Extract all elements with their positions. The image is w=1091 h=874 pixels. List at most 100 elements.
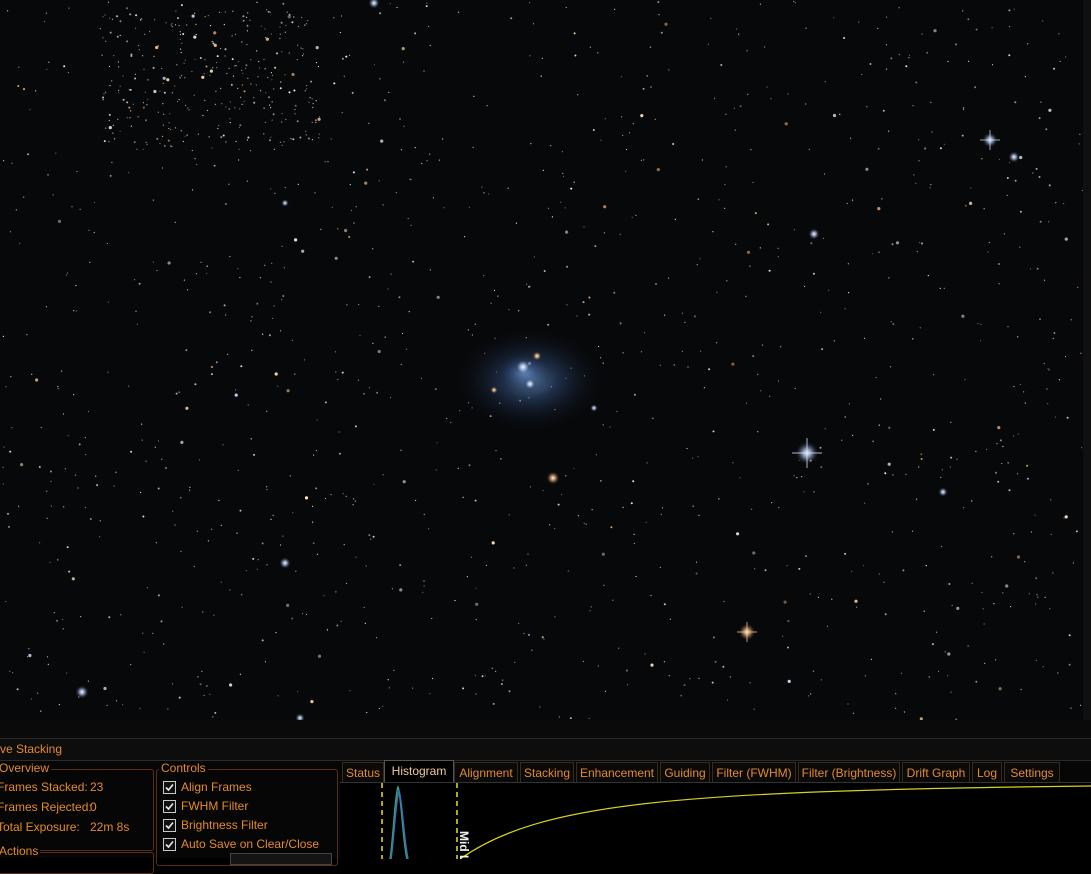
star (162, 82, 164, 84)
tab-settings[interactable]: Settings (1004, 762, 1060, 783)
star (348, 54, 351, 57)
star (119, 34, 121, 37)
star (311, 98, 313, 100)
image-scrollbar[interactable] (1083, 0, 1091, 738)
tab-enhancement[interactable]: Enhancement (576, 762, 658, 783)
star (177, 17, 179, 20)
star (423, 585, 425, 587)
star (162, 124, 164, 126)
star (242, 72, 244, 74)
star (162, 76, 166, 80)
tab-log[interactable]: Log (972, 762, 1002, 783)
star (117, 61, 119, 63)
auto-save-checkbox[interactable] (163, 838, 176, 851)
star (399, 588, 403, 592)
star (844, 552, 847, 555)
brightness-filter-label[interactable]: Brightness Filter (181, 818, 268, 832)
star (326, 629, 328, 631)
brightness-filter-checkbox[interactable] (163, 819, 176, 832)
star (403, 125, 405, 127)
star (87, 410, 90, 413)
star (346, 304, 348, 306)
star (292, 512, 294, 514)
star (378, 305, 380, 307)
star (793, 0, 795, 3)
star (844, 308, 846, 310)
histogram-plot[interactable]: Mid L (340, 782, 1091, 859)
fwhm-filter-label[interactable]: FWHM Filter (181, 799, 248, 813)
star (108, 119, 110, 122)
star (105, 40, 107, 42)
star (446, 417, 448, 419)
tab-status[interactable]: Status (342, 762, 384, 783)
align-frames-checkbox[interactable] (163, 781, 176, 794)
star (153, 89, 157, 94)
star (166, 78, 170, 82)
star (890, 321, 892, 323)
star (372, 342, 374, 344)
star (1026, 477, 1029, 480)
tab-guiding[interactable]: Guiding (660, 762, 710, 783)
fwhm-filter-checkbox[interactable] (163, 800, 176, 813)
star (761, 344, 764, 346)
star (1005, 584, 1009, 588)
star (484, 675, 486, 677)
star (438, 159, 440, 161)
tab-stacking[interactable]: Stacking (520, 762, 574, 783)
star (67, 71, 69, 74)
auto-save-label[interactable]: Auto Save on Clear/Close (181, 837, 319, 851)
star (312, 106, 314, 109)
star (256, 568, 258, 571)
star (113, 55, 115, 57)
star (1057, 672, 1059, 674)
star (491, 541, 495, 545)
star (975, 680, 978, 683)
tab-drift-graph[interactable]: Drift Graph (902, 762, 970, 783)
star (523, 632, 525, 635)
star (145, 460, 147, 462)
star (1008, 9, 1011, 12)
star (407, 217, 409, 220)
star (640, 351, 643, 353)
star (1042, 666, 1044, 668)
image-horizontal-scrollbar[interactable] (0, 720, 1091, 739)
star (1048, 221, 1050, 223)
star (206, 265, 208, 267)
star (699, 258, 701, 260)
star (144, 91, 146, 93)
stacked-image-view[interactable] (0, 0, 1091, 738)
star (273, 148, 275, 150)
star (824, 428, 826, 430)
star (135, 27, 137, 29)
star (851, 570, 853, 573)
star (1030, 531, 1032, 533)
star (619, 322, 622, 325)
align-frames-label[interactable]: Align Frames (181, 780, 252, 794)
star (443, 207, 445, 209)
star (259, 90, 262, 92)
star (38, 466, 41, 468)
star (261, 542, 264, 545)
tab-filter-brightness[interactable]: Filter (Brightness) (798, 762, 900, 783)
star (284, 31, 286, 33)
controls-button[interactable] (230, 853, 332, 865)
checkmark-icon (165, 802, 174, 811)
star (302, 53, 305, 55)
star (882, 109, 885, 112)
star (735, 243, 737, 245)
star (459, 410, 461, 412)
star (415, 499, 417, 501)
star (809, 593, 811, 595)
star (1010, 606, 1012, 608)
star (384, 336, 386, 338)
tab-filter-fwhm[interactable]: Filter (FWHM) (712, 762, 796, 783)
star (911, 530, 914, 532)
star (947, 652, 951, 656)
star (229, 101, 231, 103)
tab-alignment[interactable]: Alignment (454, 762, 518, 783)
star (66, 672, 68, 674)
star (1029, 268, 1032, 270)
star (588, 313, 591, 316)
tab-histogram[interactable]: Histogram (384, 760, 454, 784)
star (759, 247, 761, 249)
